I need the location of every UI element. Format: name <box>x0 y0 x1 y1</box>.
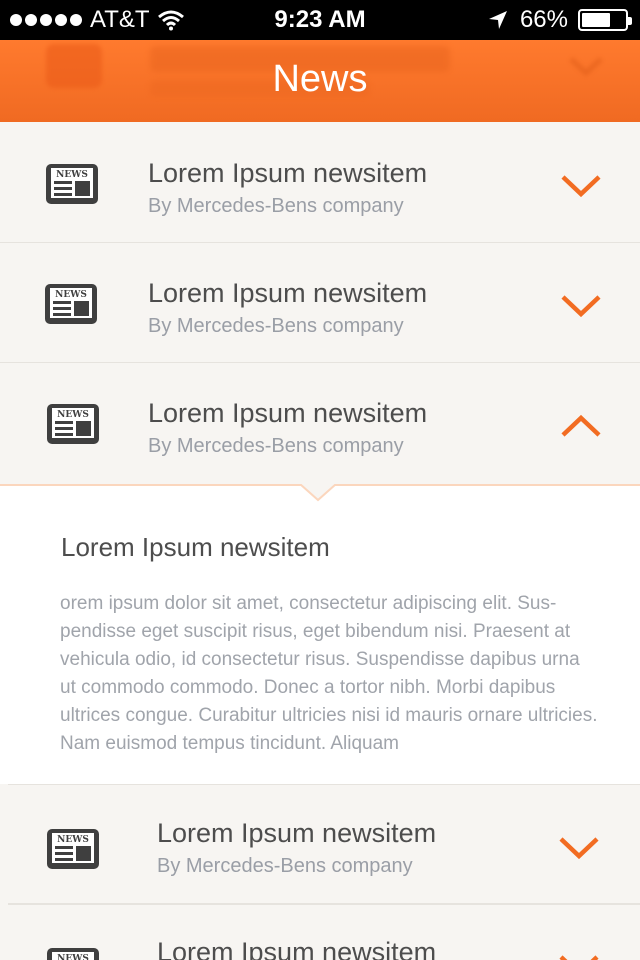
chevron-down-icon[interactable] <box>560 173 602 199</box>
news-icon-label: NEWS <box>57 954 89 960</box>
news-list-item[interactable]: NEWS Lorem Ipsum newsitem By Mercedes-Be… <box>0 243 640 363</box>
status-right: 66% <box>488 5 632 35</box>
newspaper-icon: NEWS <box>47 404 99 444</box>
article-body: orem ipsum dolor sit amet, consectetur a… <box>60 593 598 754</box>
news-icon-label: NEWS <box>57 410 89 420</box>
news-icon-label: NEWS <box>57 835 89 845</box>
news-list-item-expanded[interactable]: NEWS Lorem Ipsum newsitem By Mercedes-Be… <box>0 363 640 483</box>
newspaper-icon: NEWS <box>46 164 98 204</box>
nav-header: News <box>0 40 640 122</box>
chevron-down-icon[interactable] <box>558 953 600 960</box>
chevron-down-icon[interactable] <box>558 835 600 861</box>
location-arrow-icon <box>488 11 507 29</box>
news-item-subtitle: By Mercedes-Bens company <box>157 855 413 877</box>
expanded-article: Lorem Ipsum newsitem orem ipsum dolor si… <box>0 484 640 784</box>
newspaper-icon: NEWS <box>47 948 99 960</box>
news-icon-label: NEWS <box>56 170 88 180</box>
news-list-item[interactable]: NEWS Lorem Ipsum newsitem By Mercedes-Be… <box>0 123 640 243</box>
battery-icon <box>578 9 632 31</box>
chevron-down-icon[interactable] <box>560 293 602 319</box>
news-list-item[interactable]: NEWS Lorem Ipsum newsitem <box>8 904 640 960</box>
news-item-title: Lorem Ipsum newsitem <box>148 278 428 308</box>
news-item-title: Lorem Ipsum newsitem <box>157 937 437 960</box>
battery-percent: 66% <box>519 6 568 33</box>
news-item-title: Lorem Ipsum newsitem <box>157 818 437 848</box>
newspaper-icon: NEWS <box>47 829 99 869</box>
status-bar: AT&T 9:23 AM 66% <box>0 0 640 40</box>
newspaper-icon: NEWS <box>45 284 97 324</box>
news-list-item[interactable]: NEWS Lorem Ipsum newsitem By Mercedes-Be… <box>8 784 640 904</box>
chevron-up-icon[interactable] <box>560 413 602 439</box>
article-title: Lorem Ipsum newsitem <box>61 532 330 562</box>
battery-fill <box>582 13 610 27</box>
pointer-notch <box>300 484 336 502</box>
news-item-subtitle: By Mercedes-Bens company <box>148 435 404 457</box>
news-item-title: Lorem Ipsum newsitem <box>148 158 428 188</box>
news-item-subtitle: By Mercedes-Bens company <box>148 315 404 337</box>
news-item-title: Lorem Ipsum newsitem <box>148 398 428 428</box>
news-item-subtitle: By Mercedes-Bens company <box>148 195 404 217</box>
page-title: News <box>272 58 368 100</box>
news-icon-label: NEWS <box>55 290 87 300</box>
